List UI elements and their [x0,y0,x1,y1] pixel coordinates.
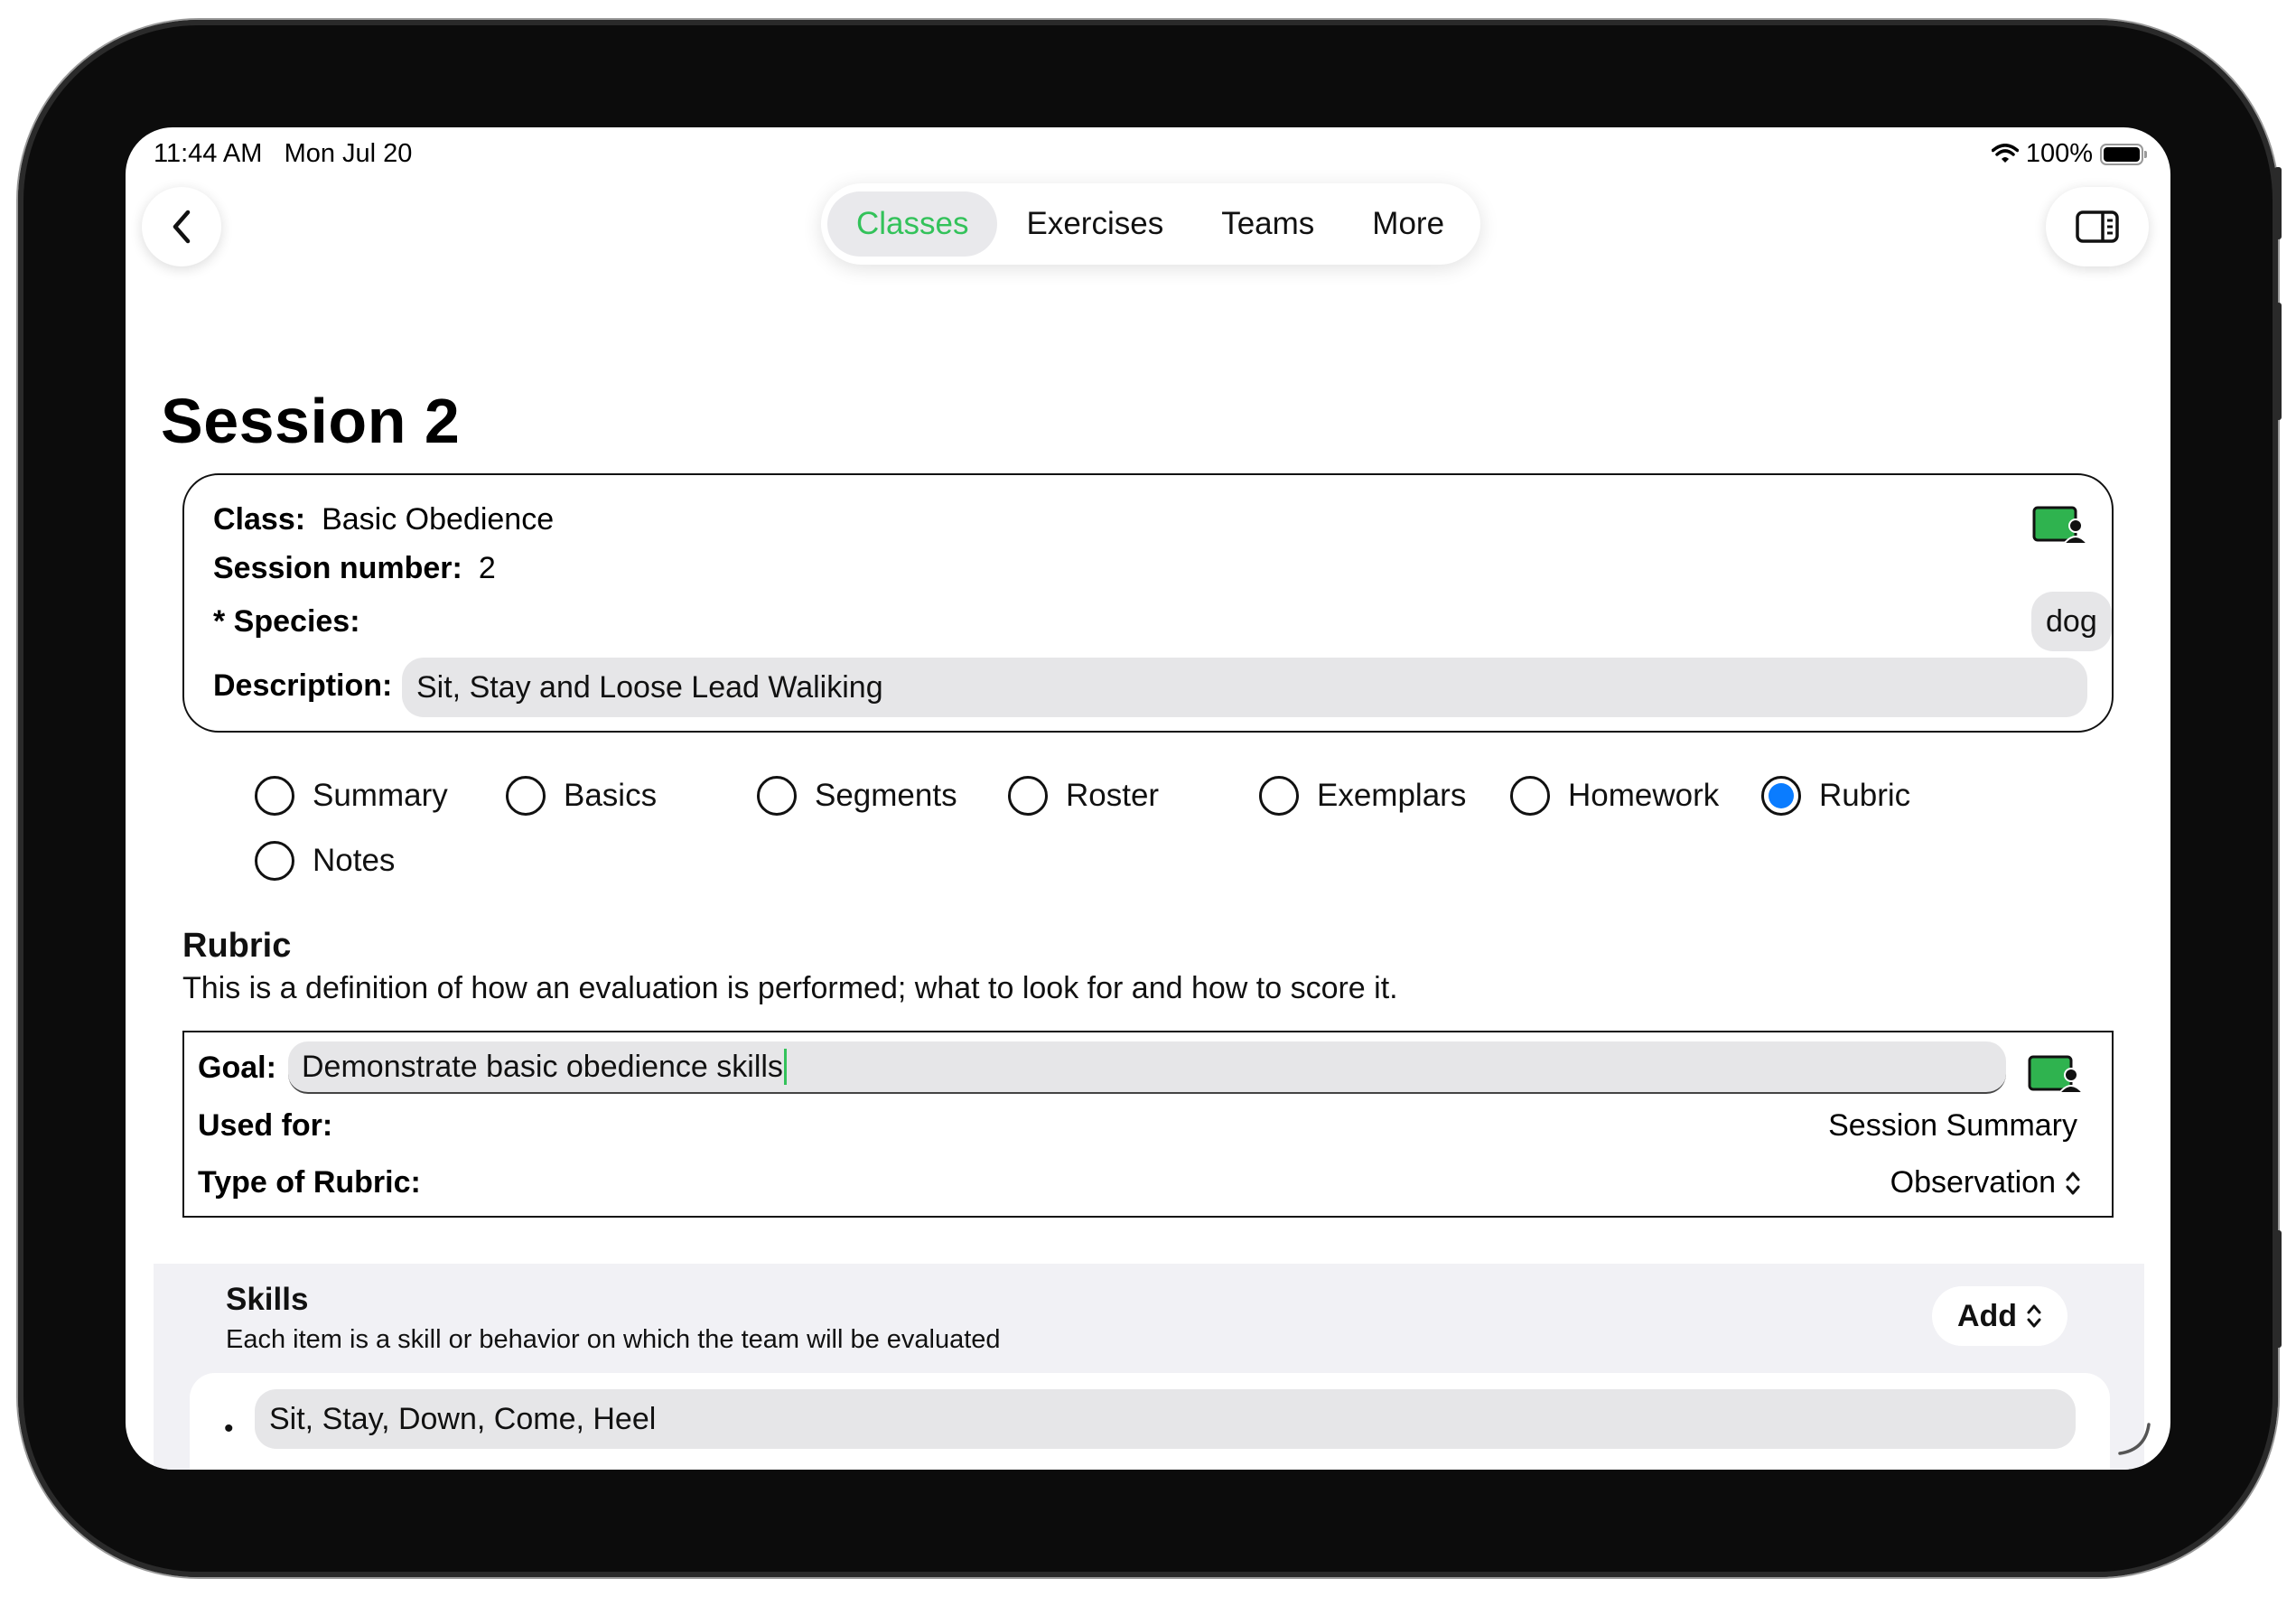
status-date: Mon Jul 20 [284,139,413,168]
class-label: Class: [213,502,306,537]
rubric-description: This is a definition of how an evaluatio… [182,971,1398,1005]
status-bar-time: 11:44 AM Mon Jul 20 [154,139,412,169]
radio-circle [1510,776,1550,816]
text-cursor [783,1049,787,1085]
radio-roster[interactable]: Roster [1008,776,1159,816]
radio-rubric[interactable]: Rubric [1761,776,1910,816]
species-value: dog [2046,603,2097,639]
radio-circle [255,841,294,881]
screen: 11:44 AM Mon Jul 20 100% Classes Exercis… [126,127,2170,1470]
type-picker[interactable]: Observation [1890,1165,2081,1200]
status-bar-right: 100% [1991,139,2147,169]
species-label: * Species: [213,604,360,639]
sidebar-toggle-button[interactable] [2046,187,2149,266]
goal-value: Demonstrate basic obedience skills [302,1049,783,1084]
bullet-marker: • [224,1414,234,1443]
goal-label: Goal: [198,1051,276,1085]
add-skill-button[interactable]: Add [1932,1286,2067,1346]
radio-basics[interactable]: Basics [506,776,657,816]
skills-title: Skills [226,1282,309,1317]
presenter-icon[interactable] [2032,506,2088,546]
radio-homework[interactable]: Homework [1510,776,1719,816]
species-field[interactable]: dog [2031,592,2112,651]
radio-circle [255,776,294,816]
type-label: Type of Rubric: [198,1165,421,1200]
radio-label: Notes [313,843,396,878]
radio-label: Roster [1066,778,1160,813]
battery-percent: 100% [2025,139,2093,168]
radio-label: Rubric [1819,778,1911,813]
wifi-icon [1991,143,2019,163]
skills-subtitle: Each item is a skill or behavior on whic… [226,1325,1001,1354]
tab-more[interactable]: More [1343,191,1473,257]
radio-label: Basics [564,778,658,813]
power-button [2274,1230,2282,1348]
goal-field[interactable]: Demonstrate basic obedience skills [288,1041,2006,1094]
radio-label: Summary [313,778,448,813]
sidebar-toggle-icon [2076,210,2119,243]
radio-circle [506,776,546,816]
class-value: Basic Obedience [322,502,555,537]
species-row: * Species: [213,604,360,640]
class-row: Class: Basic Obedience [213,502,554,537]
chevron-up-down-icon [2066,1172,2080,1194]
volume-button [2274,167,2282,239]
radio-segments[interactable]: Segments [757,776,957,816]
chevron-up-down-icon [2027,1304,2041,1328]
description-field[interactable]: Sit, Stay and Loose Lead Waliking [402,658,2087,717]
tab-classes[interactable]: Classes [827,191,998,257]
radio-label: Homework [1568,778,1720,813]
presenter-icon[interactable] [2028,1055,2084,1095]
skill-item-field[interactable]: Sit, Stay, Down, Come, Heel [255,1389,2076,1449]
top-tab-bar: Classes Exercises Teams More [821,183,1480,265]
radio-notes[interactable]: Notes [255,841,395,881]
description-label: Description: [213,668,393,703]
session-info-card: Class: Basic Obedience Session number: 2… [182,473,2114,733]
tab-exercises[interactable]: Exercises [997,191,1192,257]
used-for-value: Session Summary [1828,1108,2077,1143]
radio-circle-selected [1761,776,1801,816]
session-number-label: Session number: [213,551,462,585]
radio-circle [1259,776,1299,816]
battery-icon [2100,143,2147,165]
page-title: Session 2 [161,386,461,456]
skill-item-value: Sit, Stay, Down, Come, Heel [269,1401,657,1436]
description-row: Description: [213,668,392,704]
rubric-details-box: Goal: Demonstrate basic obedience skills… [182,1031,2114,1218]
rubric-heading: Rubric [182,927,292,965]
session-number-row: Session number: 2 [213,551,496,586]
radio-circle [1008,776,1048,816]
skills-list: • Sit, Stay, Down, Come, Heel [190,1373,2110,1470]
skills-section: Skills Each item is a skill or behavior … [154,1264,2144,1470]
session-number-value: 2 [478,551,496,585]
radio-exemplars[interactable]: Exemplars [1259,776,1466,816]
radio-circle [757,776,797,816]
type-value: Observation [1890,1165,2056,1200]
status-time: 11:44 AM [154,139,263,168]
radio-label: Exemplars [1317,778,1467,813]
back-button[interactable] [142,187,221,266]
chevron-left-icon [173,210,191,244]
description-value: Sit, Stay and Loose Lead Waliking [416,669,883,705]
add-label: Add [1956,1298,2018,1333]
tab-teams[interactable]: Teams [1192,191,1343,257]
used-for-label: Used for: [198,1108,333,1143]
volume-button-2 [2274,303,2282,420]
resize-grip-icon [2118,1423,2151,1455]
radio-label: Segments [815,778,957,813]
radio-summary[interactable]: Summary [255,776,448,816]
